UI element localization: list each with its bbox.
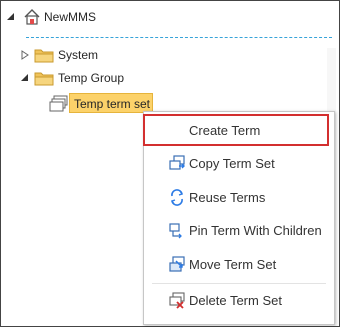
- folder-icon: [34, 72, 54, 86]
- tree-item-label[interactable]: System: [58, 48, 98, 62]
- expand-arrow-icon[interactable]: [20, 50, 30, 60]
- menu-item-copy-term-set[interactable]: Copy Term Set: [144, 150, 334, 176]
- move-term-set-icon: [169, 256, 185, 272]
- delete-term-set-icon: [169, 292, 185, 309]
- menu-item-label: Delete Term Set: [189, 292, 282, 308]
- menu-item-reuse-terms[interactable]: Reuse Terms: [144, 184, 334, 210]
- menu-item-label: Reuse Terms: [189, 189, 266, 205]
- menu-item-move-term-set[interactable]: Move Term Set: [144, 251, 334, 277]
- term-set-icon: [49, 95, 68, 112]
- menu-item-label: Move Term Set: [189, 256, 277, 272]
- tree-root-label[interactable]: NewMMS: [44, 10, 96, 24]
- menu-item-pin-term[interactable]: Pin Term With Children: [144, 217, 334, 243]
- collapse-arrow-icon[interactable]: [6, 12, 16, 22]
- home-tag-icon: [24, 9, 40, 25]
- collapse-arrow-icon[interactable]: [20, 73, 30, 83]
- menu-item-label: Pin Term With Children: [189, 222, 322, 238]
- create-term-highlight-box: [143, 114, 329, 146]
- tree-item-label[interactable]: Temp Group: [58, 71, 124, 85]
- copy-term-set-icon: [169, 155, 185, 170]
- reuse-terms-icon: [170, 189, 184, 206]
- menu-item-label: Copy Term Set: [189, 155, 275, 171]
- pin-term-icon: [169, 223, 182, 239]
- term-set-label[interactable]: Temp term set: [74, 97, 150, 111]
- term-set-selected-item[interactable]: Temp term set: [69, 93, 153, 113]
- root-dotted-underline: [26, 37, 332, 38]
- menu-item-delete-term-set[interactable]: Delete Term Set: [144, 287, 334, 313]
- folder-icon: [34, 49, 54, 63]
- menu-separator: [152, 283, 326, 284]
